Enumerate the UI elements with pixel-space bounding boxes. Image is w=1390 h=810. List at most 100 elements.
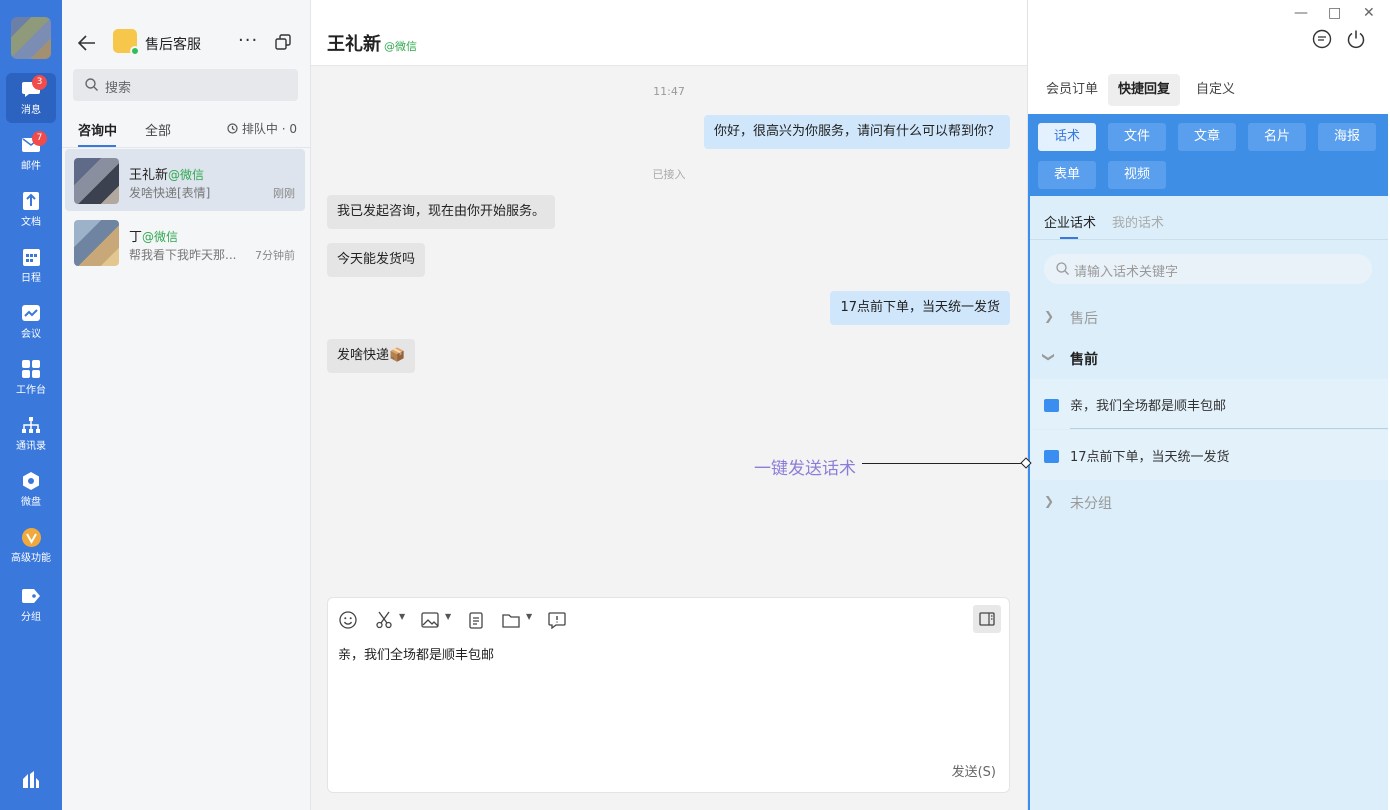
nav-label: 高级功能 bbox=[11, 553, 51, 564]
more-options-button[interactable]: ··· bbox=[238, 30, 258, 51]
divider bbox=[1070, 428, 1388, 429]
nav-item-cloud-disk[interactable]: 微盘 bbox=[6, 465, 56, 515]
maximize-icon[interactable]: □ bbox=[1328, 5, 1341, 21]
nav-item-contacts[interactable]: 通讯录 bbox=[6, 409, 56, 459]
channel-tag: @微信 bbox=[384, 40, 417, 53]
group-pre-sale[interactable]: ❯ 售前 bbox=[1030, 338, 1388, 378]
session-header: 售后客服 ··· bbox=[62, 26, 311, 62]
search-icon bbox=[1056, 262, 1069, 279]
message-timestamp: 11:47 bbox=[653, 85, 685, 98]
nav-item-mail[interactable]: 7 邮件 bbox=[6, 129, 56, 179]
queue-label: 排队中 · 0 bbox=[241, 122, 297, 136]
cloud-disk-icon bbox=[21, 472, 41, 490]
nav-label: 微盘 bbox=[21, 497, 41, 508]
chip-files[interactable]: 文件 bbox=[1108, 123, 1166, 151]
nav-item-groups[interactable]: 分组 bbox=[6, 580, 56, 630]
phrase-text: 亲，我们全场都是顺丰包邮 bbox=[1070, 399, 1227, 414]
nav-label: 日程 bbox=[21, 273, 41, 284]
back-arrow-icon[interactable] bbox=[77, 32, 96, 56]
nav-label: 分组 bbox=[21, 612, 41, 623]
message-input[interactable]: 亲，我们全场都是顺丰包邮 bbox=[338, 644, 494, 663]
script-phrase-item[interactable]: 17点前下单，当天统一发货 bbox=[1030, 430, 1388, 480]
group-after-sale[interactable]: ❯ 售后 bbox=[1030, 297, 1388, 337]
nav-item-calendar[interactable]: 日程 bbox=[6, 241, 56, 291]
clock-icon bbox=[227, 123, 238, 134]
power-icon[interactable] bbox=[1346, 29, 1366, 49]
message-bubble-outgoing[interactable]: 你好，很高兴为你服务，请问有什么可以帮到你？ bbox=[703, 115, 1010, 149]
user-avatar[interactable] bbox=[11, 17, 51, 59]
queue-status[interactable]: 排队中 · 0 bbox=[227, 120, 297, 137]
group-name: 未分组 bbox=[1070, 496, 1112, 512]
message-bubble-outgoing[interactable]: 17点前下单，当天统一发货 bbox=[830, 291, 1010, 325]
screenshot-scissors-icon[interactable] bbox=[374, 610, 394, 630]
send-button[interactable]: 发送(S) bbox=[952, 761, 996, 780]
nav-item-messages[interactable]: 3 消息 bbox=[6, 73, 56, 123]
tab-my-scripts[interactable]: 我的话术 bbox=[1112, 212, 1164, 231]
message-bubble-incoming[interactable]: 今天能发货吗 bbox=[327, 243, 426, 277]
script-keyword-search[interactable]: 请输入话术关键字 bbox=[1044, 254, 1372, 284]
home-icon[interactable] bbox=[21, 770, 41, 790]
document-icon bbox=[21, 192, 41, 210]
search-placeholder: 搜索 bbox=[105, 81, 132, 96]
message-bubble-incoming[interactable]: 发啥快递📦 bbox=[327, 339, 416, 373]
left-nav: 3 消息 7 邮件 文档 日程 会议 工作台 通讯录 微盘 高级功能 分组 bbox=[0, 0, 62, 810]
chevron-down-icon[interactable]: ▼ bbox=[526, 612, 532, 621]
right-tabs: 会员订单 快捷回复 自定义 bbox=[1028, 72, 1390, 112]
message-bubble-incoming[interactable]: 我已发起咨询，现在由你开始服务。 bbox=[327, 195, 556, 229]
side-panel-toggle-icon[interactable] bbox=[973, 605, 1001, 633]
chat-area: 王礼新 @微信 11:47 你好，很高兴为你服务，请问有什么可以帮到你？ 已接入 … bbox=[311, 0, 1027, 810]
tab-consulting[interactable]: 咨询中 bbox=[78, 120, 117, 139]
chevron-down-icon[interactable]: ▼ bbox=[445, 612, 451, 621]
last-message-time: 刚刚 bbox=[273, 187, 295, 200]
active-tab-underline bbox=[78, 145, 116, 147]
chip-cards[interactable]: 名片 bbox=[1248, 123, 1306, 151]
nav-item-docs[interactable]: 文档 bbox=[6, 185, 56, 235]
session-search-box[interactable]: 搜索 bbox=[73, 69, 298, 101]
nav-label: 邮件 bbox=[21, 161, 41, 172]
minimize-icon[interactable]: — bbox=[1294, 5, 1308, 21]
chip-forms[interactable]: 表单 bbox=[1038, 161, 1096, 189]
calendar-icon bbox=[21, 248, 41, 266]
tab-quick-reply[interactable]: 快捷回复 bbox=[1108, 74, 1181, 106]
tab-member-orders[interactable]: 会员订单 bbox=[1036, 74, 1108, 106]
conversation-item[interactable]: 丁@微信 帮我看下我昨天那... 7分钟前 bbox=[65, 211, 305, 273]
document-file-icon[interactable] bbox=[466, 610, 486, 630]
premium-icon bbox=[21, 527, 41, 547]
conversation-item[interactable]: 王礼新@微信 发啥快递[表情] 刚刚 bbox=[65, 149, 305, 211]
service-avatar[interactable] bbox=[113, 29, 140, 56]
nav-label: 工作台 bbox=[16, 385, 46, 396]
close-icon[interactable]: ✕ bbox=[1363, 5, 1375, 21]
messages-badge: 3 bbox=[32, 75, 47, 90]
nav-label: 通讯录 bbox=[16, 441, 46, 452]
tab-custom[interactable]: 自定义 bbox=[1186, 74, 1245, 106]
emoji-icon[interactable] bbox=[338, 610, 358, 630]
nav-item-workbench[interactable]: 工作台 bbox=[6, 353, 56, 403]
service-name: 售后客服 bbox=[145, 37, 201, 53]
feedback-icon[interactable] bbox=[547, 610, 567, 630]
nav-item-meeting[interactable]: 会议 bbox=[6, 297, 56, 347]
nav-label: 文档 bbox=[21, 217, 41, 228]
session-panel: 售后客服 ··· 搜索 咨询中 全部 排队中 · 0 王礼新@微信 发啥快递[表… bbox=[62, 0, 311, 810]
chip-videos[interactable]: 视频 bbox=[1108, 161, 1166, 189]
script-phrase-item[interactable]: 亲，我们全场都是顺丰包邮 bbox=[1030, 379, 1388, 429]
last-message-preview: 帮我看下我昨天那... bbox=[129, 248, 237, 262]
chevron-down-icon: ❯ bbox=[1042, 351, 1057, 363]
tab-enterprise-scripts[interactable]: 企业话术 bbox=[1044, 212, 1096, 231]
folder-icon[interactable] bbox=[501, 610, 521, 630]
chip-scripts[interactable]: 话术 bbox=[1038, 123, 1096, 151]
group-name: 售后 bbox=[1070, 311, 1098, 327]
active-tab-underline bbox=[1060, 237, 1078, 239]
message-icon bbox=[1044, 399, 1059, 412]
group-ungrouped[interactable]: ❯ 未分组 bbox=[1030, 482, 1388, 522]
contact-name: 丁@微信 bbox=[129, 230, 179, 245]
tab-all[interactable]: 全部 bbox=[145, 120, 171, 139]
image-icon[interactable] bbox=[420, 610, 440, 630]
chip-articles[interactable]: 文章 bbox=[1178, 123, 1236, 151]
nav-item-premium[interactable]: 高级功能 bbox=[6, 521, 56, 571]
new-window-icon[interactable] bbox=[275, 34, 291, 50]
chip-posters[interactable]: 海报 bbox=[1318, 123, 1376, 151]
chevron-down-icon[interactable]: ▼ bbox=[399, 612, 405, 621]
search-icon bbox=[85, 78, 98, 95]
phrase-text: 17点前下单，当天统一发货 bbox=[1070, 450, 1230, 465]
chat-record-icon[interactable] bbox=[1312, 29, 1332, 49]
